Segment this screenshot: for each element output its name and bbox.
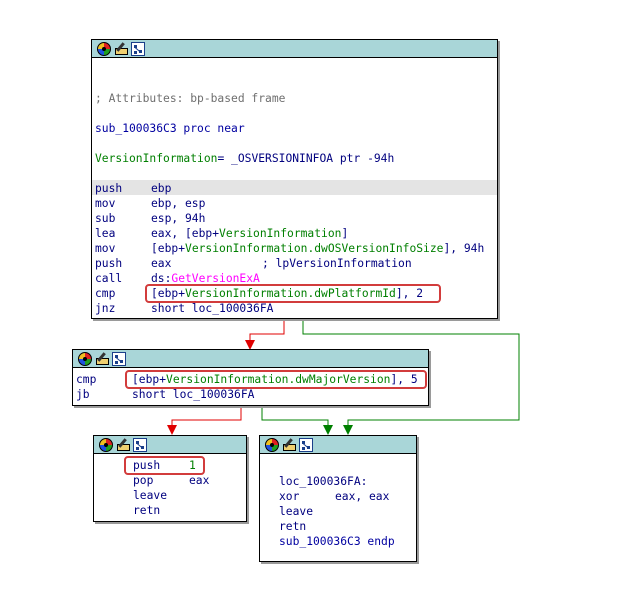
operand: ebp, esp [151, 197, 206, 210]
location-label[interactable]: loc_100036FA: [279, 474, 367, 489]
instr-line[interactable]: leave [279, 504, 313, 519]
mnemonic: pop [133, 474, 154, 487]
mnemonic: leave [279, 505, 314, 518]
mnemonic: retn [279, 520, 307, 533]
node-titlebar [92, 40, 497, 58]
instr-line[interactable]: mov [95, 196, 115, 211]
mnemonic: mov [95, 197, 116, 210]
mnemonic: mov [95, 242, 116, 255]
attributes-comment: ; Attributes: bp-based frame [95, 92, 286, 105]
graph-icon[interactable] [299, 437, 313, 452]
operand: esp, 94h [151, 212, 206, 225]
basic-block-loc_100036FA[interactable]: loc_100036FA: xor eax, eax leave retn su… [259, 435, 417, 562]
proc-end[interactable]: sub_100036C3 endp [279, 534, 395, 549]
instr-line[interactable]: lea [95, 226, 115, 241]
mnemonic: xor [279, 490, 300, 503]
operand: ebp [151, 182, 172, 195]
instr-line[interactable]: retn [133, 503, 160, 518]
edit-icon[interactable] [95, 352, 109, 366]
arrowhead [167, 425, 177, 435]
instr-line[interactable]: pop [133, 473, 153, 488]
operand: eax, [ebp+VersionInformation] [151, 227, 349, 240]
stack-var-type: = _OSVERSIONINFOA ptr -94h [217, 152, 395, 165]
mnemonic: jnz [95, 302, 116, 315]
instr-line[interactable]: jnz [95, 301, 115, 316]
operand: short loc_100036FA [132, 388, 255, 401]
operand: eax [151, 257, 172, 270]
mnemonic: retn [133, 504, 161, 517]
color-icon[interactable] [265, 437, 279, 452]
arrowhead [323, 425, 333, 435]
node-titlebar [94, 436, 246, 454]
operand: [ebp+VersionInformation.dwOSVersionInfoS… [151, 242, 485, 255]
node-titlebar [73, 350, 428, 368]
color-icon[interactable] [78, 351, 92, 366]
instr-line[interactable]: push [95, 256, 122, 271]
instr-line[interactable]: push [95, 181, 122, 196]
mnemonic: sub [95, 212, 116, 225]
basic-block-return-1[interactable]: push 1 pop eax leave retn [93, 435, 247, 522]
graph-icon[interactable] [112, 351, 126, 366]
operand: short loc_100036FA [151, 302, 274, 315]
instr-line[interactable]: call [95, 271, 122, 286]
instr-line[interactable]: mov [95, 241, 115, 256]
graph-icon[interactable] [131, 41, 145, 56]
instr-line[interactable]: retn [279, 519, 306, 534]
mnemonic: cmp [95, 287, 116, 300]
instr-line[interactable]: xor [279, 489, 299, 504]
instr-line[interactable]: leave [133, 488, 167, 503]
mnemonic: lea [95, 227, 116, 240]
instr-line[interactable]: jb [76, 387, 90, 402]
mnemonic: call [95, 272, 123, 285]
mnemonic: push [95, 257, 123, 270]
operand: eax [189, 474, 210, 487]
stack-var-name: VersionInformation [95, 152, 218, 165]
edge-node2-to-node3 [171, 405, 242, 430]
instr-line[interactable]: sub [95, 211, 115, 226]
basic-block-majorversion-check[interactable]: cmp [ebp+VersionInformation.dwMajorVersi… [72, 349, 429, 406]
basic-block-sub_100036C3[interactable]: ; Attributes: bp-based frame sub_100036C… [91, 39, 498, 319]
operand-comment: ; lpVersionInformation [262, 257, 412, 270]
edit-icon[interactable] [116, 438, 130, 452]
mnemonic: leave [133, 489, 168, 502]
instr-line[interactable]: cmp [95, 286, 115, 301]
edit-icon[interactable] [282, 438, 296, 452]
color-icon[interactable] [99, 437, 113, 452]
instr-line[interactable]: cmp [76, 372, 96, 387]
color-icon[interactable] [97, 41, 111, 56]
stack-var-definition[interactable]: VersionInformation= _OSVERSIONINFOA ptr … [95, 151, 394, 166]
mnemonic: jb [76, 388, 90, 401]
edit-icon[interactable] [114, 42, 128, 56]
mnemonic: cmp [76, 373, 97, 386]
edge-node2-to-node4 [261, 405, 329, 430]
graph-icon[interactable] [133, 437, 147, 452]
arrowhead [343, 425, 353, 435]
proc-declaration[interactable]: sub_100036C3 proc near [95, 121, 245, 136]
operand: eax, eax [335, 490, 390, 503]
edge-node1-to-node2 [249, 318, 285, 345]
mnemonic: push [95, 182, 123, 195]
node-titlebar [260, 436, 416, 454]
